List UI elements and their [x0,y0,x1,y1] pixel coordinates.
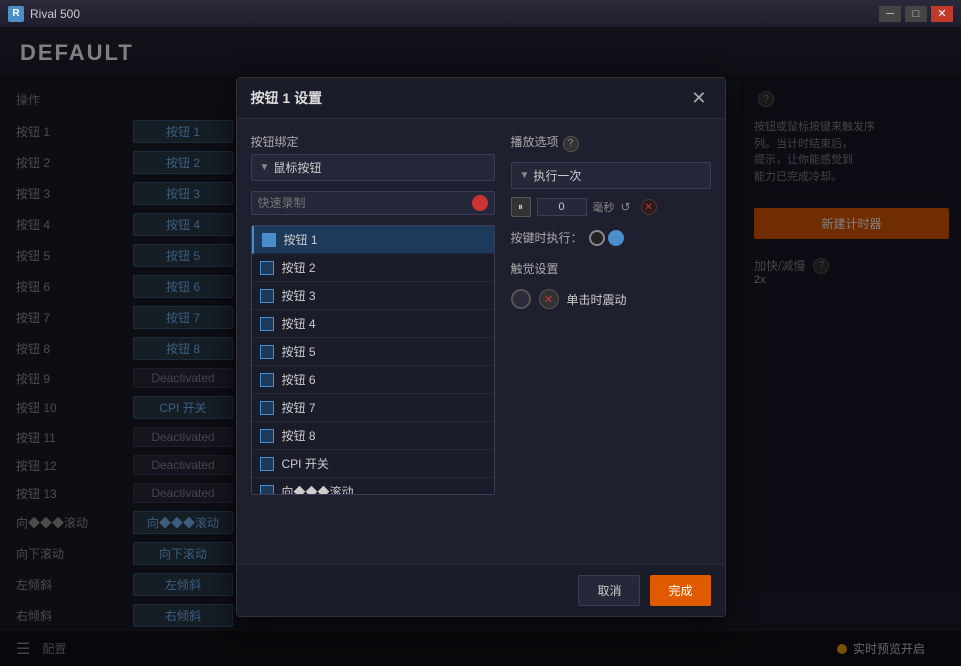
button-item-label: 按钮 3 [282,287,486,304]
maximize-button[interactable]: □ [905,6,927,22]
button-list-item[interactable]: 按钮 5 [252,338,494,366]
button-list-item[interactable]: 按钮 7 [252,394,494,422]
record-input[interactable] [258,196,466,210]
button-list-item[interactable]: 按钮 3 [252,282,494,310]
clear-button[interactable]: ✕ [641,199,657,215]
button-checkbox [262,233,276,247]
playback-dropdown-text: 执行一次 [533,167,701,184]
execute-row: 按键时执行： [511,225,711,250]
modal-dialog: 按钮 1 设置 ✕ 按钮绑定 ▼ 鼠标按钮 [236,77,726,617]
window-controls: ─ □ ✕ [879,6,953,22]
button-list-item[interactable]: 按钮 1 [252,226,494,254]
modal-close-button[interactable]: ✕ [687,89,710,107]
toggle-circle-left [589,230,605,246]
modal-footer: 取消 完成 [237,564,725,616]
button-item-label: 按钮 1 [284,231,486,248]
button-list-item[interactable]: CPI 开关 [252,450,494,478]
button-checkbox [260,261,274,275]
modal-title: 按钮 1 设置 [251,88,323,108]
button-list-item[interactable]: 按钮 2 [252,254,494,282]
button-checkbox [260,429,274,443]
playback-label: 播放选项 [511,133,559,150]
binding-dropdown-text: 鼠标按钮 [273,159,485,176]
binding-section: 按钮绑定 ▼ 鼠标按钮 [251,133,495,181]
button-checkbox [260,457,274,471]
minimize-button[interactable]: ─ [879,6,901,22]
button-item-label: 向◆◆◆滚动 [282,483,486,495]
app-title: Rival 500 [30,7,879,21]
title-bar: R Rival 500 ─ □ ✕ [0,0,961,28]
button-checkbox [260,289,274,303]
button-checkbox [260,401,274,415]
close-button[interactable]: ✕ [931,6,953,22]
playback-dropdown-arrow-icon: ▼ [520,170,530,181]
modal-overlay: 按钮 1 设置 ✕ 按钮绑定 ▼ 鼠标按钮 [0,28,961,666]
refresh-button[interactable]: ↺ [621,200,631,214]
pause-button[interactable]: ⏸ [511,197,531,217]
button-checkbox [260,485,274,496]
app-icon: R [8,6,24,22]
button-checkbox [260,317,274,331]
binding-label: 按钮绑定 [251,133,495,150]
execute-label: 按键时执行： [511,229,583,246]
binding-dropdown[interactable]: ▼ 鼠标按钮 [251,154,495,181]
playback-dropdown[interactable]: ▼ 执行一次 [511,162,711,189]
button-checkbox [260,345,274,359]
haptic-control: ✕ 单击时震动 [511,289,711,309]
record-button[interactable] [472,195,488,211]
button-item-label: 按钮 6 [282,371,486,388]
button-item-label: 按钮 7 [282,399,486,416]
button-list-item[interactable]: 向◆◆◆滚动 [252,478,494,495]
cancel-button[interactable]: 取消 [578,575,640,606]
ms-input[interactable] [537,198,587,216]
confirm-button[interactable]: 完成 [650,575,710,606]
toggle-circle-right [608,230,624,246]
modal-body: 按钮绑定 ▼ 鼠标按钮 按钮 1 按钮 2 按钮 3 按钮 4 按钮 5 按钮 6 按钮 7… [237,119,725,564]
record-bar [251,191,495,215]
button-item-label: CPI 开关 [282,455,486,472]
dropdown-arrow-icon: ▼ [260,162,270,173]
haptic-text: 单击时震动 [567,291,627,308]
modal-left-panel: 按钮绑定 ▼ 鼠标按钮 按钮 1 按钮 2 按钮 3 按钮 4 按钮 5 按钮 6 按钮 7… [251,133,495,550]
modal-right-panel: 播放选项 ? ▼ 执行一次 ⏸ 毫秒 ↺ ✕ 按键 [511,133,711,550]
execute-toggle[interactable] [589,230,624,246]
button-list-item[interactable]: 按钮 4 [252,310,494,338]
haptic-label: 触觉设置 [511,260,711,277]
playback-help-button[interactable]: ? [563,136,579,152]
button-list: 按钮 1 按钮 2 按钮 3 按钮 4 按钮 5 按钮 6 按钮 7 按钮 8 CPI 开关向◆… [251,225,495,495]
haptic-x-button[interactable]: ✕ [539,289,559,309]
button-list-item[interactable]: 按钮 6 [252,366,494,394]
playback-timing-row: ⏸ 毫秒 ↺ ✕ [511,197,711,217]
button-checkbox [260,373,274,387]
button-item-label: 按钮 4 [282,315,486,332]
button-list-item[interactable]: 按钮 8 [252,422,494,450]
button-item-label: 按钮 5 [282,343,486,360]
playback-section: 播放选项 ? ▼ 执行一次 ⏸ 毫秒 ↺ ✕ 按键 [511,133,711,250]
haptic-section: 触觉设置 ✕ 单击时震动 [511,260,711,309]
haptic-circle [511,289,531,309]
button-item-label: 按钮 2 [282,259,486,276]
ms-label: 毫秒 [593,199,615,215]
button-item-label: 按钮 8 [282,427,486,444]
modal-header: 按钮 1 设置 ✕ [237,78,725,119]
